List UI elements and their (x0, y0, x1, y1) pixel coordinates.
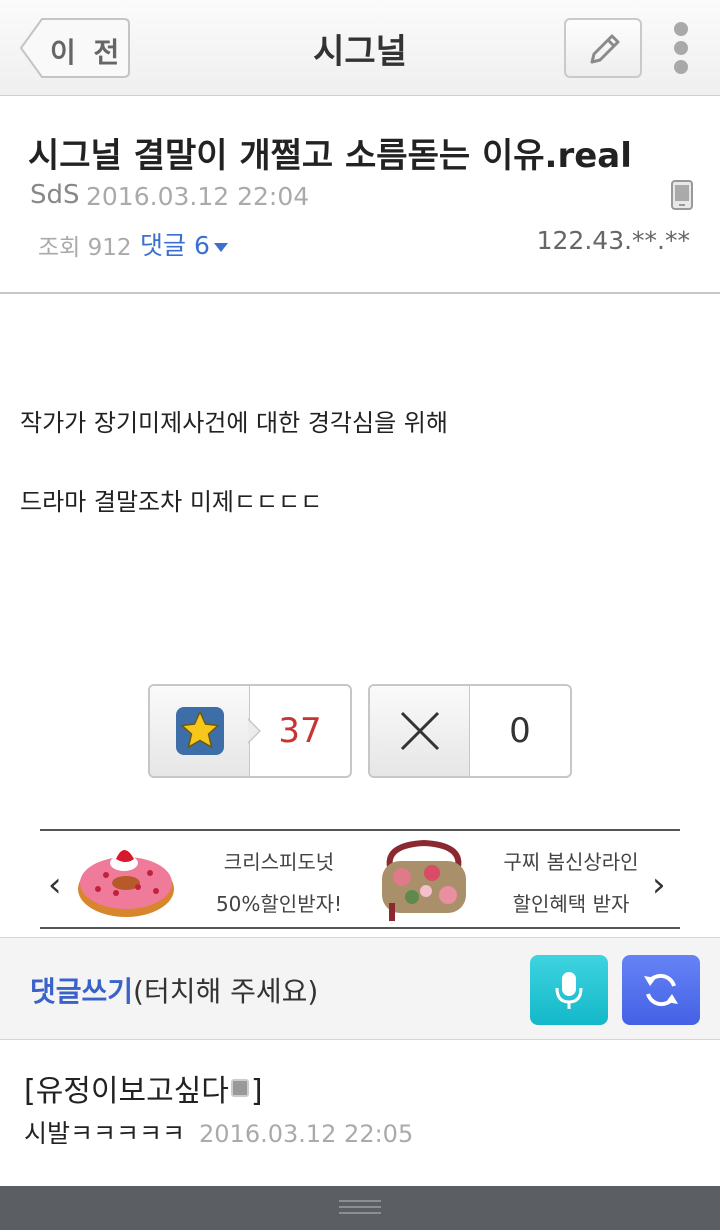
comment-author-close: ] (250, 1074, 263, 1109)
member-badge-icon (230, 1079, 249, 1097)
comment-body: 시발ㅋㅋㅋㅋㅋ 2016.03.12 22:05 (24, 1114, 413, 1150)
oppose-icon-part (370, 686, 470, 776)
post-date: 2016.03.12 22:04 (86, 182, 310, 211)
post-title: 시그널 결말이 개쩔고 소름돋는 이유.real (28, 136, 632, 176)
star-icon (176, 707, 224, 755)
ad-next-arrow-icon[interactable]: › (652, 865, 666, 905)
caret-down-icon (213, 242, 228, 252)
ad-item-text[interactable]: 크리스피도넛 50%할인받자! (204, 841, 354, 925)
comment-item: [유정이보고싶다] 시발ㅋㅋㅋㅋㅋ 2016.03.12 22:05 (0, 1040, 720, 1180)
post-author[interactable]: SdS (30, 180, 80, 210)
ad-prev-arrow-icon[interactable]: ‹ (48, 865, 62, 905)
pencil-icon (590, 34, 620, 64)
post-body-line: 작가가 장기미제사건에 대한 경각심을 위해 (20, 409, 448, 437)
edit-button[interactable] (564, 18, 642, 78)
ad-line: 할인혜택 받자 (512, 892, 630, 916)
ad-line: 50%할인받자! (215, 892, 343, 916)
recommend-icon-part (150, 686, 250, 776)
drag-handle-icon[interactable] (339, 1200, 381, 1218)
post-body-line: 드라마 결말조차 미제ㄷㄷㄷㄷ (20, 488, 323, 516)
x-icon (400, 711, 440, 751)
refresh-button[interactable] (622, 955, 700, 1025)
mobile-device-icon (671, 180, 693, 210)
comment-text: 시발ㅋㅋㅋㅋㅋ (24, 1119, 186, 1148)
refresh-icon (644, 973, 678, 1007)
more-vertical-icon[interactable] (668, 22, 694, 76)
oppose-button[interactable]: 0 (368, 684, 572, 778)
write-comment-hint: (터치해 주세요) (133, 975, 319, 1008)
comment-count-link[interactable]: 댓글 6 (140, 226, 228, 262)
comment-date: 2016.03.12 22:05 (199, 1120, 414, 1148)
comment-bar: 댓글쓰기(터치해 주세요) (0, 937, 720, 1040)
recommend-button[interactable]: 37 (148, 684, 352, 778)
view-count: 조회 912 (38, 235, 132, 261)
microphone-icon (555, 972, 583, 1009)
author-ip: 122.43.**.** (536, 226, 690, 255)
post-header: 시그널 결말이 개쩔고 소름돋는 이유.real SdS 2016.03.12 … (0, 96, 720, 294)
oppose-count: 0 (509, 711, 531, 751)
top-bar: 이 전 시그널 (0, 0, 720, 96)
write-comment-field[interactable]: 댓글쓰기(터치해 주세요) (30, 970, 318, 1010)
donut-image[interactable] (76, 837, 176, 921)
ad-item-text[interactable]: 구찌 봄신상라인 할인혜택 받자 (496, 841, 646, 925)
ad-banner: ‹ 크리스피도넛 50%할인받자! 구찌 봄신상라인 할인혜택 받자 › (40, 829, 680, 929)
comment-count-label: 댓글 6 (140, 231, 210, 260)
comment-author-name: [유정이보고싶다 (24, 1074, 229, 1109)
comment-author[interactable]: [유정이보고싶다] (24, 1066, 263, 1110)
ad-line: 구찌 봄신상라인 (503, 850, 639, 874)
handbag-image[interactable] (376, 837, 472, 921)
recommend-count: 37 (278, 711, 322, 751)
bottom-drawer-bar[interactable] (0, 1186, 720, 1230)
write-comment-label: 댓글쓰기 (30, 975, 134, 1008)
voice-input-button[interactable] (530, 955, 608, 1025)
ad-line: 크리스피도넛 (223, 850, 335, 874)
